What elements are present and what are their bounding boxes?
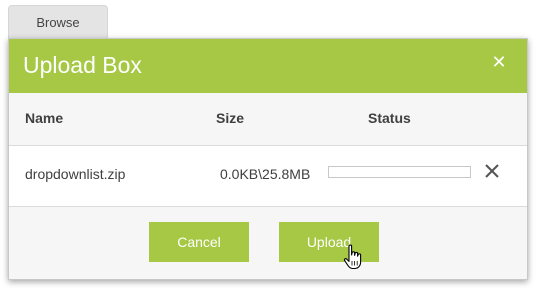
- dialog-header: Upload Box ✕: [9, 39, 527, 93]
- cancel-button[interactable]: Cancel: [149, 222, 249, 262]
- upload-progress-bar: [328, 166, 471, 178]
- file-name: dropdownlist.zip: [25, 166, 126, 182]
- file-size: 0.0KB\25.8MB: [220, 166, 311, 182]
- close-icon[interactable]: ✕: [489, 52, 509, 72]
- dialog-title: Upload Box: [23, 52, 142, 78]
- file-row: dropdownlist.zip 0.0KB\25.8MB: [9, 146, 527, 207]
- column-header-size: Size: [216, 110, 245, 126]
- upload-button[interactable]: Upload: [279, 222, 379, 262]
- remove-file-icon[interactable]: [483, 162, 501, 180]
- hand-pointer-icon: [343, 244, 363, 270]
- column-header-status: Status: [368, 110, 411, 126]
- upload-dialog: Upload Box ✕ Name Size Status dropdownli…: [8, 38, 528, 280]
- dialog-footer: Cancel Upload: [9, 207, 527, 279]
- column-header-name: Name: [25, 110, 64, 126]
- table-header: Name Size Status: [9, 93, 527, 146]
- browse-button[interactable]: Browse: [8, 5, 108, 41]
